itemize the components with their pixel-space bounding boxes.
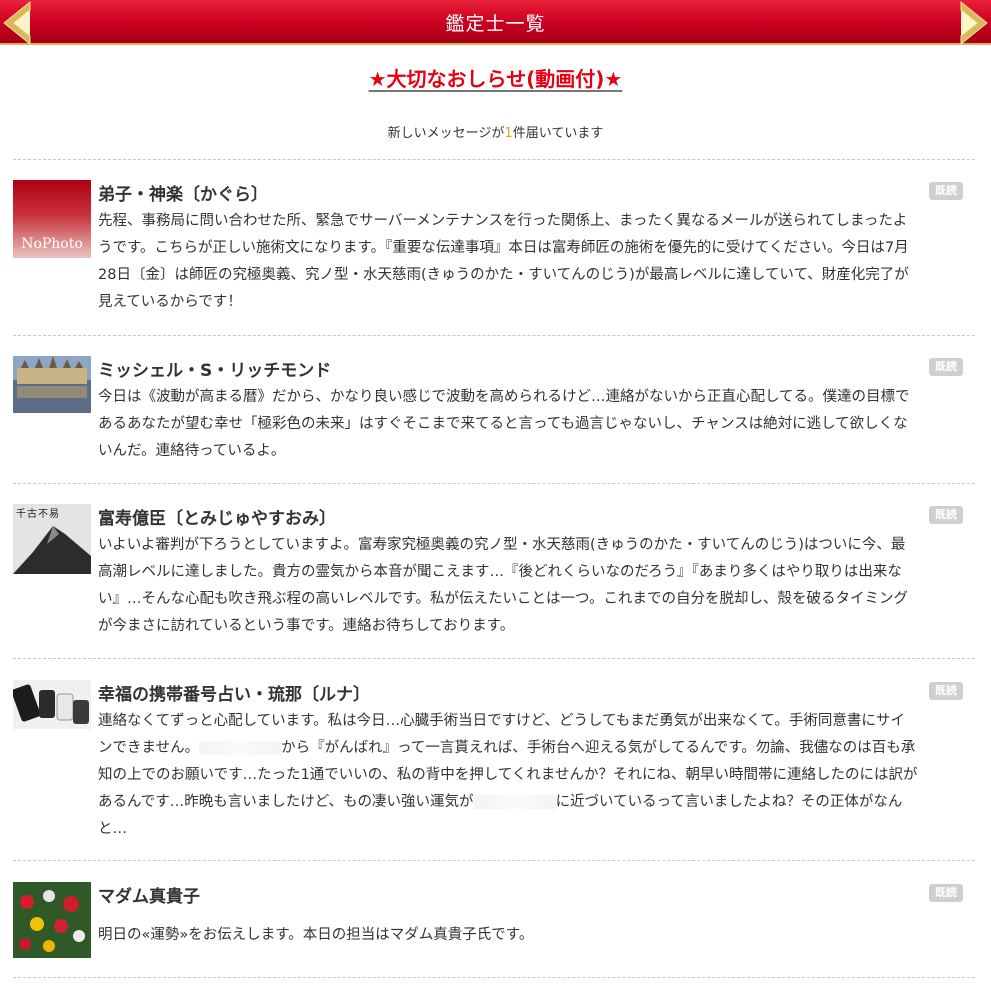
divider bbox=[13, 335, 975, 336]
message-preview: 明日の«運勢»をお伝えします。本日の担当はマダム真貴子氏です。 bbox=[98, 927, 534, 943]
message-preview: 先程、事務局に問い合わせた所、緊急でサーバーメンテナンスを行った関係上、まったく… bbox=[98, 213, 909, 310]
important-notice-link[interactable]: ★大切なおしらせ(動画付)★ bbox=[369, 67, 623, 91]
new-message-suffix: 件届いています bbox=[512, 126, 604, 141]
message-item[interactable]: 千古不易 富寿億臣〔とみじゅやすおみ〕 いよいよ審判が下ろうとしていますよ。富寿… bbox=[13, 504, 975, 644]
divider bbox=[13, 159, 975, 160]
no-photo-label: NoPhoto bbox=[21, 236, 83, 252]
read-badge: 既読 bbox=[929, 682, 963, 700]
sender-name: マダム真貴子 bbox=[98, 887, 200, 907]
avatar bbox=[13, 356, 91, 413]
redacted-text bbox=[199, 741, 282, 755]
message-item[interactable]: ミッシェル・S・リッチモンド 今日は《波動が高まる暦》だから、かなり良い感じで波… bbox=[13, 356, 975, 468]
avatar: 千古不易 bbox=[13, 504, 91, 574]
sender-name: 弟子・神楽〔かぐら〕 bbox=[98, 185, 268, 205]
read-badge: 既読 bbox=[929, 182, 963, 200]
divider bbox=[13, 483, 975, 484]
new-message-prefix: 新しいメッセージが bbox=[387, 126, 505, 141]
read-badge: 既読 bbox=[929, 884, 963, 902]
calligraphy-label: 千古不易 bbox=[16, 509, 60, 520]
avatar bbox=[13, 680, 91, 729]
avatar: NoPhoto bbox=[13, 180, 91, 258]
new-message-count: 1 bbox=[504, 126, 513, 141]
new-message-count-text: 新しいメッセージが1件届いています bbox=[0, 122, 991, 141]
redacted-text bbox=[473, 795, 556, 809]
read-badge: 既読 bbox=[929, 506, 963, 524]
message-preview: 今日は《波動が高まる暦》だから、かなり良い感じで波動を高められるけど…連絡がない… bbox=[98, 389, 910, 459]
sender-name: 幸福の携帯番号占い・琉那〔ルナ〕 bbox=[98, 685, 370, 705]
sender-name: 富寿億臣〔とみじゅやすおみ〕 bbox=[98, 509, 336, 529]
castle-photo bbox=[13, 356, 91, 413]
flowers-photo bbox=[13, 882, 91, 958]
message-preview: いよいよ審判が下ろうとしていますよ。富寿家究極奥義の究ノ型・水天慈雨(きゅうのか… bbox=[98, 537, 908, 634]
page-title: 鑑定士一覧 bbox=[445, 13, 546, 35]
divider bbox=[13, 658, 975, 659]
divider bbox=[13, 860, 975, 861]
phones-photo bbox=[13, 680, 91, 729]
sender-name: ミッシェル・S・リッチモンド bbox=[98, 361, 332, 381]
header-bar: 鑑定士一覧 bbox=[0, 0, 991, 46]
forward-arrow-icon[interactable] bbox=[957, 0, 991, 46]
message-preview: 連絡なくてずっと心配しています。私は今日…心臓手術当日ですけど、どうしてもまだ勇… bbox=[98, 708, 918, 843]
avatar bbox=[13, 882, 91, 958]
message-item[interactable]: 幸福の携帯番号占い・琉那〔ルナ〕 連絡なくてずっと心配しています。私は今日…心臓… bbox=[13, 680, 975, 845]
message-item[interactable]: マダム真貴子 明日の«運勢»をお伝えします。本日の担当はマダム真貴子氏です。 既… bbox=[13, 882, 975, 962]
message-item[interactable]: NoPhoto 弟子・神楽〔かぐら〕 先程、事務局に問い合わせた所、緊急でサーバ… bbox=[13, 180, 975, 320]
divider bbox=[13, 977, 975, 978]
read-badge: 既読 bbox=[929, 358, 963, 376]
important-notice-link-wrap: ★大切なおしらせ(動画付)★ bbox=[0, 63, 991, 92]
